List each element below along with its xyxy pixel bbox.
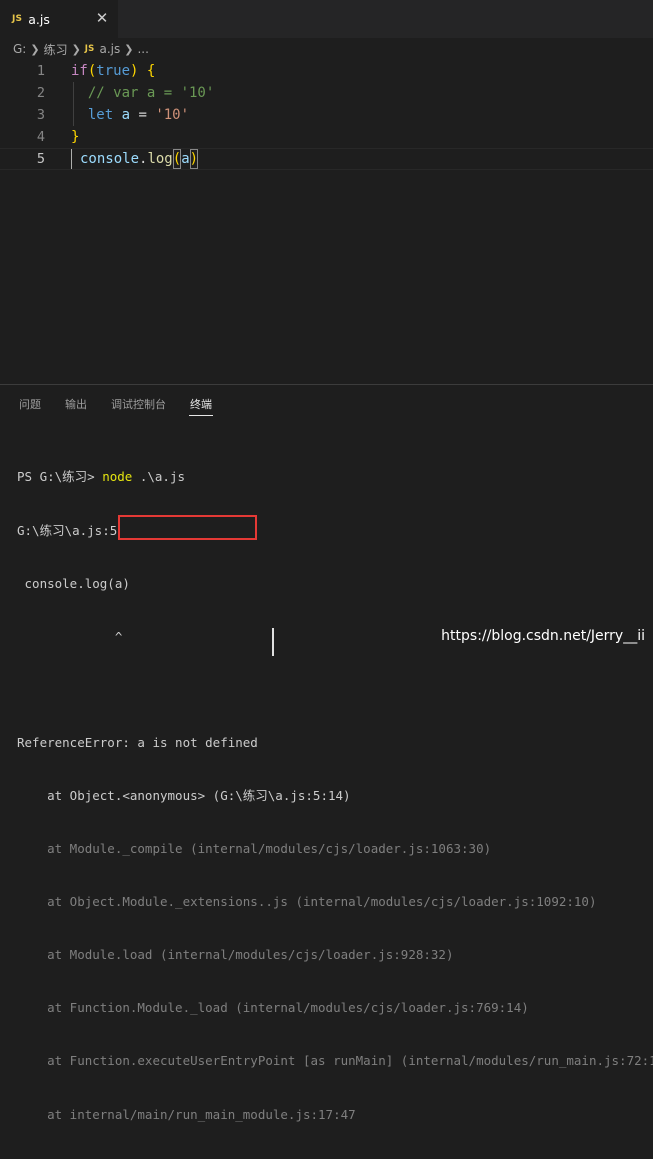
active-tab-indicator — [189, 415, 213, 416]
line-number: 3 — [36, 107, 45, 123]
error-message: ReferenceError: a is not defined — [17, 734, 258, 750]
tab-label: a.js — [28, 11, 50, 27]
panel-tabs: 问题 输出 调试控制台 终端 — [0, 385, 653, 421]
code-text: if(true) { — [71, 63, 156, 79]
line-number: 5 — [36, 151, 45, 167]
stack-frame: at Object.<anonymous> (G:\练习\a.js:5:14) — [17, 787, 351, 803]
code-text: let a = '10' — [87, 107, 190, 123]
stack-frame: at Function.Module._load (internal/modul… — [17, 1000, 529, 1016]
javascript-file-icon: JS — [84, 44, 95, 54]
line-number: 2 — [36, 85, 45, 101]
code-line[interactable]: 1 if(true) { — [0, 60, 653, 82]
code-text: } — [71, 129, 80, 145]
line-number: 1 — [36, 63, 45, 79]
chevron-right-icon: ❯ — [71, 42, 81, 56]
stack-frame: at Module.load (internal/modules/cjs/loa… — [17, 947, 454, 963]
tab-output[interactable]: 输出 — [65, 396, 87, 412]
terminal-line: console.log(a) — [17, 575, 130, 591]
chevron-right-icon: ❯ — [30, 42, 40, 56]
watermark: https://blog.csdn.net/Jerry__ii — [441, 628, 645, 644]
terminal-line: G:\练习\a.js:5 — [17, 522, 118, 538]
tab-a-js[interactable]: JS a.js ✕ — [0, 0, 118, 38]
tab-terminal[interactable]: 终端 — [190, 396, 212, 412]
bottom-panel: 问题 输出 调试控制台 终端 PS G:\练习> node .\a.js G:\… — [0, 384, 653, 1122]
terminal-cursor — [272, 628, 274, 656]
code-line[interactable]: 4 } — [0, 126, 653, 148]
editor-tab-bar: JS a.js ✕ — [0, 0, 653, 38]
breadcrumb-folder[interactable]: 练习 — [44, 41, 68, 58]
stack-frame: at Module._compile (internal/modules/cjs… — [17, 841, 492, 857]
code-line[interactable]: 2 // var a = '10' — [0, 82, 653, 104]
stack-frame: at Object.Module._extensions..js (intern… — [17, 894, 597, 910]
breadcrumb: G: ❯ 练习 ❯ JS a.js ❯ ... — [0, 38, 653, 60]
breadcrumb-drive[interactable]: G: — [13, 42, 26, 56]
terminal-prompt-line: PS G:\练习> node .\a.js — [17, 469, 186, 485]
code-line[interactable]: 3 let a = '10' — [0, 104, 653, 126]
line-number: 4 — [36, 129, 45, 145]
terminal-output[interactable]: PS G:\练习> node .\a.js G:\练习\a.js:5 conso… — [17, 433, 653, 1159]
breadcrumb-file[interactable]: a.js — [99, 42, 120, 56]
error-highlight-box — [118, 515, 257, 540]
code-text: console.log(a) — [71, 149, 199, 169]
stack-frame: at Function.executeUserEntryPoint [as ru… — [17, 1053, 653, 1069]
code-comment: // var a = '10' — [87, 85, 215, 101]
chevron-right-icon: ❯ — [124, 42, 134, 56]
code-editor[interactable]: 1 if(true) { 2 // var a = '10' 3 let a =… — [0, 60, 653, 384]
close-icon[interactable]: ✕ — [94, 10, 110, 26]
tab-debug-console[interactable]: 调试控制台 — [111, 396, 166, 412]
tab-problems[interactable]: 问题 — [19, 396, 41, 412]
javascript-file-icon: JS — [12, 14, 23, 24]
code-line-current[interactable]: 5 console.log(a) — [0, 148, 653, 170]
breadcrumb-more[interactable]: ... — [137, 42, 148, 56]
stack-frame: at internal/main/run_main_module.js:17:4… — [17, 1106, 356, 1122]
